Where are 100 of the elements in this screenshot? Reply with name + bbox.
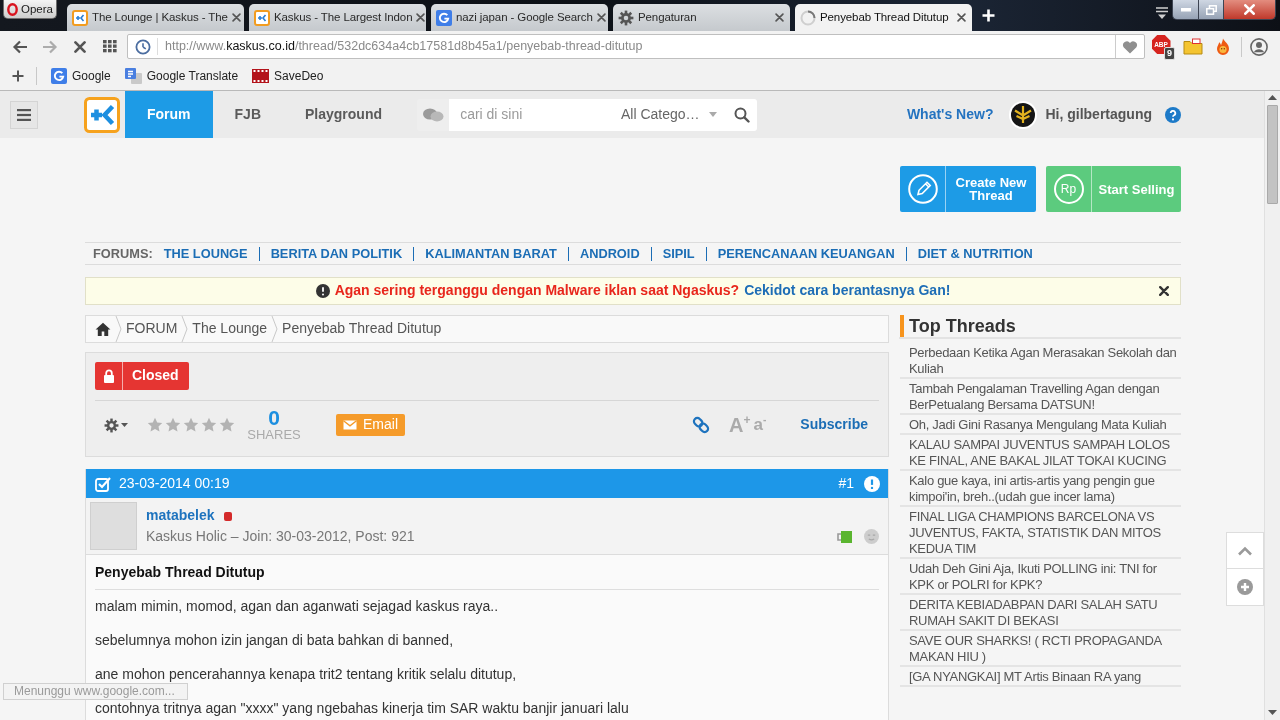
post-paragraph: ane mohon pencerahannya kenapa trit2 tentang kritik selalu ditutup, bbox=[95, 666, 518, 683]
category-link[interactable]: PERENCANAAN KEUANGAN bbox=[705, 246, 906, 261]
mug-icon bbox=[836, 529, 853, 544]
window-close-button[interactable] bbox=[1224, 0, 1276, 20]
star-icon[interactable] bbox=[147, 417, 163, 433]
film-strip-icon bbox=[252, 69, 270, 83]
scrollbar-track[interactable] bbox=[1264, 91, 1280, 720]
breadcrumb-link[interactable]: FORUM bbox=[126, 320, 178, 338]
search-button[interactable] bbox=[726, 98, 757, 131]
address-field[interactable]: http://www.kaskus.co.id/thread/532dc634a4cb17581d8b45a1/penyebab-thread-ditutup bbox=[127, 34, 1145, 59]
thread-link[interactable]: Oh, Jadi Gini Rasanya Mengulang Mata Kuliah bbox=[900, 415, 1181, 435]
star-rating[interactable] bbox=[147, 417, 235, 433]
star-icon[interactable] bbox=[201, 417, 217, 433]
thread-link[interactable]: DERITA KEBIADABPAN DARI SALAH SATU RUMAH SAKIT DI BEKASI bbox=[900, 595, 1181, 631]
category-link[interactable]: ANDROID bbox=[567, 246, 651, 261]
username-link[interactable]: matabelek bbox=[146, 507, 215, 523]
caret-icon bbox=[708, 112, 717, 117]
thread-link[interactable]: SAVE OUR SHARKS! ( RCTI PROPAGANDA MAKAN HIU ) bbox=[900, 631, 1181, 667]
count-badge: 9 bbox=[1164, 46, 1175, 60]
status-label: Closed bbox=[131, 366, 180, 386]
browser-tab[interactable]: Pengaturan bbox=[613, 4, 790, 31]
check-square-icon[interactable] bbox=[95, 475, 111, 492]
settings-dropdown[interactable] bbox=[104, 417, 128, 433]
close-icon[interactable] bbox=[596, 13, 606, 22]
scroll-down-icon[interactable] bbox=[1268, 710, 1277, 715]
browser-tab[interactable]: Kaskus - The Largest Indon bbox=[249, 4, 426, 31]
star-icon[interactable] bbox=[165, 417, 181, 433]
search-input[interactable]: cari di sini bbox=[449, 98, 613, 131]
post-count-link[interactable]: 921 bbox=[391, 527, 415, 544]
breadcrumb-separator bbox=[271, 316, 279, 342]
user-icon[interactable] bbox=[1250, 37, 1268, 56]
back-arrow-icon bbox=[12, 39, 28, 54]
thread-link[interactable]: FINAL LIGA CHAMPIONS BARCELONA VS JUVENTUS, FAKTA, STATISTIK DAN MITOS KEDUA TIM bbox=[900, 507, 1181, 559]
heart-icon[interactable] bbox=[1122, 39, 1138, 54]
thread-link[interactable]: Tambah Pengalaman Travelling Agan dengan BerPetualang Bersama DATSUN! bbox=[900, 379, 1181, 415]
restore-button[interactable] bbox=[1198, 0, 1224, 20]
greeting-link[interactable]: Hi, gilbertagung bbox=[1045, 105, 1152, 124]
clock-icon bbox=[134, 38, 151, 55]
folder-icon[interactable] bbox=[1183, 38, 1203, 55]
breadcrumb-link[interactable]: The Lounge bbox=[192, 320, 268, 338]
browser-tab[interactable]: nazi japan - Google Search bbox=[431, 4, 608, 31]
close-icon[interactable] bbox=[1159, 286, 1169, 296]
smiley-icon bbox=[864, 529, 879, 544]
scroll-up-icon[interactable] bbox=[1268, 95, 1277, 100]
forward-arrow-icon bbox=[42, 39, 58, 54]
thread-link[interactable]: KALAU SAMPAI JUVENTUS SAMPAH LOLOS KE FINAL, ANE BAKAL JILAT TOKAI KUCING bbox=[900, 435, 1181, 471]
alert-link[interactable]: Cekidot cara berantasnya Gan! bbox=[744, 282, 951, 300]
category-link[interactable]: THE LOUNGE bbox=[163, 246, 259, 261]
category-link[interactable]: BERITA DAN POLITIK bbox=[258, 246, 414, 261]
category-dropdown[interactable]: All Catego… bbox=[613, 98, 727, 131]
photo-placeholder bbox=[90, 502, 137, 550]
link-icon[interactable] bbox=[691, 416, 710, 434]
bookmark-link[interactable]: SaveDeo bbox=[252, 68, 324, 84]
close-icon[interactable] bbox=[416, 13, 426, 22]
subscribe-link[interactable]: Subscribe bbox=[800, 416, 868, 434]
browser-tab[interactable]: Penyebab Thread Ditutup bbox=[795, 4, 972, 31]
post-number-link[interactable]: #1 bbox=[838, 474, 854, 493]
thread-link[interactable]: Udah Deh Gini Aja, Ikuti POLLING ini: TNI for KPK or POLRI for KPK? bbox=[900, 559, 1181, 595]
tab-list-icon[interactable] bbox=[1155, 5, 1169, 20]
emblem-avatar[interactable] bbox=[1009, 100, 1038, 129]
star-icon[interactable] bbox=[183, 417, 199, 433]
restore-icon bbox=[1205, 4, 1217, 15]
close-icon[interactable] bbox=[775, 13, 784, 22]
close-icon[interactable] bbox=[231, 13, 241, 22]
nav-tab[interactable]: FJB bbox=[212, 91, 283, 138]
lock-icon bbox=[102, 369, 115, 383]
whats-new-link[interactable]: What's New? bbox=[906, 105, 994, 124]
nav-tab[interactable]: Playground bbox=[283, 91, 405, 138]
home-icon[interactable] bbox=[95, 322, 111, 336]
url-text: http://www. bbox=[165, 38, 227, 55]
menu-button[interactable] bbox=[10, 100, 38, 129]
tile-logo-icon bbox=[436, 9, 452, 26]
plus-circle-icon bbox=[1237, 579, 1253, 595]
logo-icon[interactable] bbox=[84, 96, 120, 133]
url-text: /thread/532dc634a4cb17581d8b45a1/penyebab-thread-ditutup bbox=[294, 38, 643, 55]
help-icon[interactable] bbox=[1165, 106, 1181, 123]
plus-icon[interactable] bbox=[12, 70, 24, 82]
chevron-up-icon bbox=[1237, 545, 1253, 556]
close-icon[interactable] bbox=[957, 13, 966, 22]
search-icon bbox=[733, 106, 750, 123]
thread-link[interactable]: [GA NYANGKAI] MT Artis Binaan RA yang bbox=[900, 667, 1181, 687]
flame-icon[interactable] bbox=[1215, 37, 1231, 56]
category-link[interactable]: KALIMANTAN BARAT bbox=[413, 246, 568, 261]
breadcrumb-separator bbox=[181, 316, 189, 342]
category-link[interactable]: SIPIL bbox=[650, 246, 706, 261]
star-icon[interactable] bbox=[219, 417, 235, 433]
add-button[interactable] bbox=[1226, 569, 1264, 606]
app-menu-button[interactable]: Opera bbox=[3, 0, 57, 19]
envelope-icon bbox=[343, 420, 357, 430]
alert-circle-icon[interactable] bbox=[864, 475, 880, 492]
bookmark-link[interactable]: Google bbox=[51, 68, 111, 84]
category-link[interactable]: DIET & NUTRITION bbox=[905, 246, 1044, 261]
new-tab-icon[interactable] bbox=[982, 9, 995, 22]
thread-link[interactable]: Kalo gue kaya, ini artis-artis yang pengin gue kimpoi'in, breh..(udah gue incer lama) bbox=[900, 471, 1181, 507]
minimize-button[interactable] bbox=[1172, 0, 1198, 20]
scrollbar-thumb[interactable] bbox=[1267, 105, 1278, 204]
currency-icon: Rp bbox=[1053, 174, 1084, 204]
thread-link[interactable]: Perbedaan Ketika Agan Merasakan Sekolah dan Kuliah bbox=[900, 343, 1181, 379]
browser-tab[interactable]: The Lounge | Kaskus - The bbox=[67, 4, 244, 31]
bookmark-link[interactable]: Google Translate bbox=[124, 68, 239, 84]
